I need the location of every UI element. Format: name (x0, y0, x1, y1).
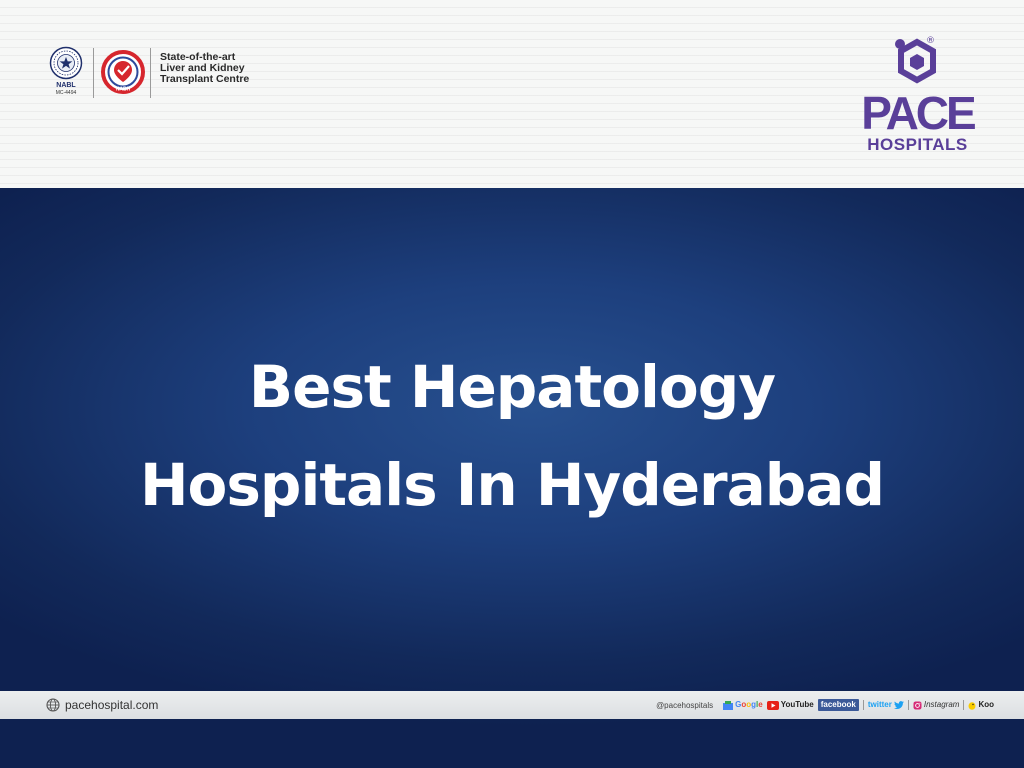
title-line-2: Hospitals In Hyderabad (140, 451, 885, 519)
koo-label: Koo (978, 700, 994, 709)
accreditation-logos: NABL MC-4494 NABH State-of-the-art Liver… (44, 46, 249, 110)
divider (963, 700, 965, 710)
koo-link[interactable]: Koo (968, 700, 994, 710)
google-link[interactable]: Google (723, 700, 763, 710)
website-link[interactable]: pacehospital.com (46, 698, 158, 712)
hero-panel: Best Hepatology Hospitals In Hyderabad (0, 188, 1024, 768)
website-url: pacehospital.com (65, 698, 159, 712)
brand-name: PACE (861, 87, 976, 139)
nabl-label: NABL (56, 82, 76, 89)
footer-bar: pacehospital.com @pacehospitals Google Y… (0, 691, 1024, 719)
title-line-1: Best Hepatology (248, 353, 776, 421)
nabh-label: NABH (116, 87, 131, 93)
nabl-code: MC-4494 (55, 90, 77, 96)
koo-bird-icon (968, 701, 976, 710)
hero-title: Best Hepatology Hospitals In Hyderabad (0, 338, 1024, 534)
twitter-link[interactable]: twitter (868, 700, 904, 710)
youtube-link[interactable]: YouTube (766, 700, 814, 710)
google-business-icon (723, 700, 734, 710)
brand-subname: HOSPITALS (867, 135, 968, 154)
header: NABL MC-4494 NABH State-of-the-art Liver… (0, 0, 1024, 188)
facebook-label: facebook (817, 699, 859, 711)
instagram-icon (913, 701, 922, 709)
instagram-label: Instagram (923, 700, 960, 709)
youtube-label: YouTube (780, 700, 814, 709)
nabh-emblem-icon: NABH (101, 50, 145, 94)
nabl-logo: NABL MC-4494 (44, 46, 88, 97)
pace-hospitals-logo: ® PACE HOSPITALS (855, 36, 980, 156)
transplant-tagline: State-of-the-art Liver and Kidney Transp… (160, 52, 249, 85)
social-handle: @pacehospitals (656, 700, 714, 710)
divider (93, 48, 94, 98)
registered-mark: ® (926, 36, 935, 46)
divider (150, 48, 151, 98)
social-links: @pacehospitals Google YouTube facebook t… (656, 699, 994, 711)
twitter-label: twitter (867, 700, 892, 709)
facebook-link[interactable]: facebook (817, 699, 859, 711)
divider (862, 700, 864, 710)
instagram-link[interactable]: Instagram (913, 700, 960, 710)
youtube-icon (766, 700, 779, 710)
globe-icon (46, 698, 60, 712)
twitter-bird-icon (893, 701, 904, 709)
nabl-emblem-icon (49, 46, 83, 80)
nabh-logo: NABH (101, 50, 145, 99)
google-label: Google (735, 700, 763, 709)
divider (907, 700, 909, 710)
tagline-line: Transplant Centre (160, 73, 250, 85)
